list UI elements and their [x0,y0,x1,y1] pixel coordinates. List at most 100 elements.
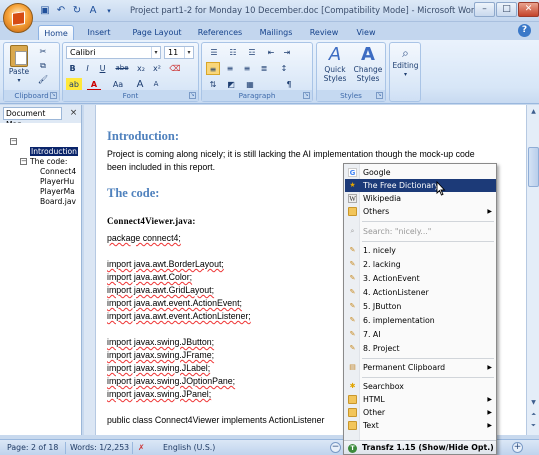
numbering-icon[interactable]: ☷ [225,46,241,59]
clipboard-launcher-icon[interactable]: ↘ [50,92,57,99]
paste-icon [10,45,28,67]
next-page-icon[interactable]: ⏷ [528,420,539,431]
previous-page-icon[interactable]: ⏶ [528,409,539,420]
vertical-scrollbar[interactable]: ▲ ▼ ⏶ ⏷ [526,105,539,435]
menu-item-permanent-clipboard[interactable]: ▤ Permanent Clipboard ▶ [345,361,496,374]
tab-home[interactable]: Home [38,25,74,40]
superscript-button[interactable]: x² [150,62,164,75]
minimize-button[interactable]: – [474,2,495,17]
zoom-out-icon[interactable]: − [330,442,341,453]
align-left-icon[interactable]: ≡ [206,62,220,75]
docmap-item-connect4[interactable]: Connect4 [40,167,76,176]
maximize-button[interactable]: □ [496,2,517,17]
menu-item-word[interactable]: ✎ 7. AI [345,328,496,341]
menu-item-word[interactable]: ✎ 1. nicely [345,244,496,257]
format-painter-icon[interactable]: 🖌 [36,73,50,86]
docmap-item-board[interactable]: Board.jav [40,197,76,206]
chevron-down-icon: ▾ [184,47,193,58]
copy-icon[interactable]: ⧉ [36,59,50,72]
underline-button[interactable]: U [96,62,109,75]
folder-icon [348,395,357,404]
docmap-item-playerma[interactable]: PlayerMa [40,187,75,196]
font-size-combo[interactable]: 11 ▾ [164,46,194,59]
menu-item-wikipedia[interactable]: W Wikipedia [345,192,496,205]
paragraph-launcher-icon[interactable]: ↘ [303,92,310,99]
clip-entry-icon: ✎ [349,260,356,268]
proofing-icon[interactable]: ✗ [138,442,145,454]
subscript-button[interactable]: x₂ [134,62,148,75]
qat-customize-icon[interactable]: ▾ [102,4,116,18]
tab-mailings[interactable]: Mailings [255,25,297,40]
menu-item-others[interactable]: Others ▶ [345,205,496,218]
docmap-item-the-code[interactable]: The code: [30,157,67,166]
line-spacing-icon[interactable]: ↕ [276,62,292,75]
scroll-down-icon[interactable]: ▼ [528,397,539,408]
document-map-selector[interactable]: Document Map▾ [3,107,62,129]
styles-launcher-icon[interactable]: ↘ [376,92,383,99]
bullets-icon[interactable]: ☰ [206,46,222,59]
menu-item-html[interactable]: HTML ▶ [345,393,496,406]
menu-item-google[interactable]: G Google [345,166,496,179]
submenu-arrow-icon: ▶ [487,364,492,371]
menu-item-word[interactable]: ✎ 8. Project [345,342,496,355]
increase-indent-icon[interactable]: ⇥ [280,46,294,59]
page-indicator[interactable]: Page: 2 of 18 [7,442,58,454]
collapse-icon[interactable]: − [10,138,17,145]
zoom-in-icon[interactable]: + [512,442,523,453]
justify-icon[interactable]: ≣ [257,62,271,75]
language-indicator[interactable]: English (U.S.) [163,442,215,454]
paste-button[interactable]: Paste ▾ [6,45,32,85]
title-bar: ▣ ↶ ↻ A ▾ Project part1-2 for Monday 10 … [0,0,539,22]
font-name-combo[interactable]: Calibri ▾ [66,46,161,59]
font-launcher-icon[interactable]: ↘ [189,92,196,99]
menu-item-word[interactable]: ✎ 6. implementation [345,314,496,327]
editing-button[interactable]: ⌕ Editing ▾ [391,45,420,79]
menu-item-free-dictionary[interactable]: ★ The Free Dictionary [345,179,496,192]
clip-entry-icon: ✎ [349,246,356,254]
menu-item-word[interactable]: ✎ 4. ActionListener [345,286,496,299]
close-button[interactable]: ✕ [518,2,539,17]
menu-item-word[interactable]: ✎ 2. lacking [345,258,496,271]
tab-references[interactable]: References [194,25,246,40]
tab-insert[interactable]: Insert [82,25,116,40]
tab-view[interactable]: View [352,25,380,40]
undo-icon[interactable]: ↶ [54,4,68,18]
scroll-thumb[interactable] [528,147,539,187]
menu-item-label: Permanent Clipboard [363,363,446,372]
menu-footer-transfz[interactable]: T Transfz 1.15 (Show/Hide Opt.) [344,440,496,454]
clipboard-icon: ▤ [349,363,356,371]
menu-item-word[interactable]: ✎ 3. ActionEvent [345,272,496,285]
menu-item-searchbox[interactable]: ✱ Searchbox [345,380,496,393]
strikethrough-button[interactable]: abe [113,62,131,75]
italic-button[interactable]: I [81,62,94,75]
collapse-icon[interactable]: − [20,158,27,165]
align-right-icon[interactable]: ≡ [240,62,254,75]
office-button[interactable] [3,3,33,33]
scroll-up-icon[interactable]: ▲ [528,106,539,117]
clear-format-icon[interactable]: ⌫ [168,62,182,75]
decrease-indent-icon[interactable]: ⇤ [264,46,278,59]
tab-page-layout[interactable]: Page Layout [126,25,188,40]
menu-item-other[interactable]: Other ▶ [345,406,496,419]
clip-entry-icon: ✎ [349,344,356,352]
tab-review[interactable]: Review [306,25,342,40]
cut-icon[interactable]: ✂ [36,45,50,58]
quick-styles-button[interactable]: A Quick Styles [320,45,350,84]
menu-item-word[interactable]: ✎ 5. JButton [345,300,496,313]
star-icon: ★ [349,181,356,189]
docmap-item-playerhu[interactable]: PlayerHu [40,177,74,186]
change-styles-button[interactable]: A Change Styles [352,45,384,84]
word-count[interactable]: Words: 1/2,253 [70,442,129,454]
docmap-item-introduction[interactable]: Introduction [30,147,78,156]
help-icon[interactable]: ? [518,24,531,37]
format-text-icon[interactable]: A [86,4,100,18]
document-map-close-icon[interactable]: × [68,107,79,120]
bold-button[interactable]: B [66,62,79,75]
wikipedia-icon: W [348,194,357,203]
menu-item-text[interactable]: Text ▶ [345,419,496,432]
align-center-icon[interactable]: ≡ [223,62,237,75]
save-icon[interactable]: ▣ [38,4,52,18]
multilevel-list-icon[interactable]: ☲ [244,46,260,59]
redo-icon[interactable]: ↻ [70,4,84,18]
menu-item-search[interactable]: ⌕ Search: "nicely..." [345,225,496,238]
